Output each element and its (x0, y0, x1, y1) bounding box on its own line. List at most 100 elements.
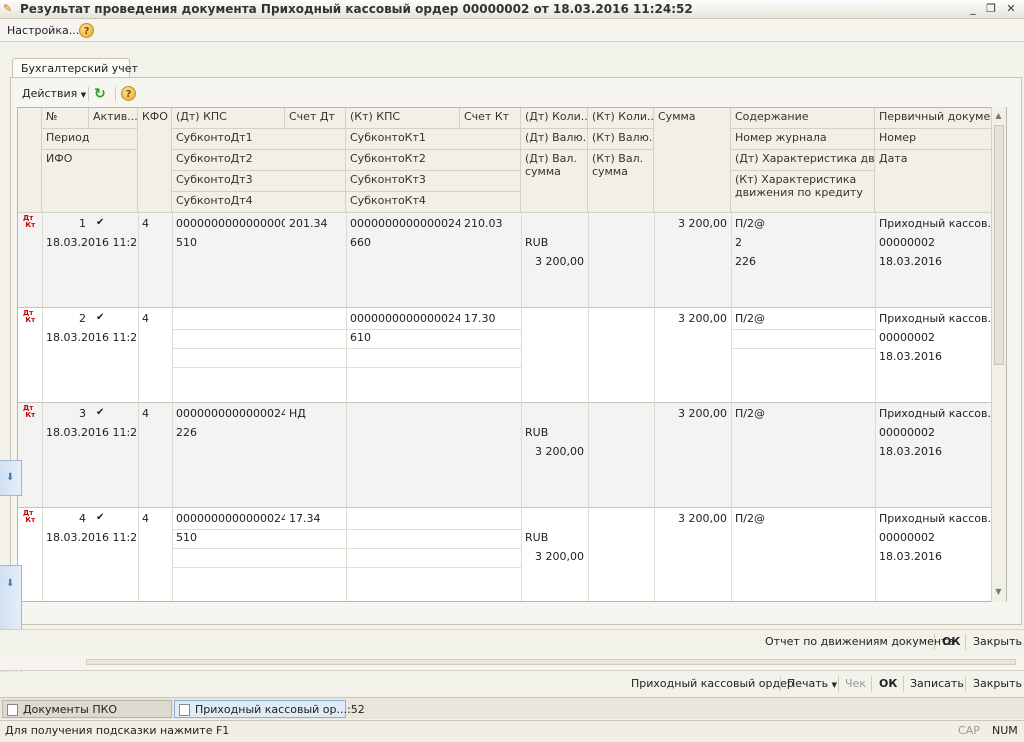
header-primary-doc[interactable]: Первичный докуме... (875, 108, 992, 129)
settings-menu[interactable]: Настройка... (7, 24, 79, 37)
row-dt-kps: 00000000000000244 (176, 407, 285, 420)
chevron-down-icon: ▼ (831, 681, 838, 689)
header-kt-currency[interactable]: (Кт) Валю... (588, 129, 654, 150)
divider (871, 676, 872, 692)
divider (903, 676, 904, 692)
active-check-icon[interactable]: ✔ (96, 217, 104, 228)
row-dt-currency: RUB (525, 236, 549, 249)
header-dt-currency[interactable]: (Дт) Валю... (521, 129, 588, 150)
close-button[interactable]: Закрыть (973, 634, 1022, 650)
row-doc-number: 00000002 (879, 236, 935, 249)
header-subkt4[interactable]: СубконтоКт4 (346, 192, 521, 213)
header-kt-qty[interactable]: (Кт) Коли... (588, 108, 654, 129)
header-subkt1[interactable]: СубконтоКт1 (346, 129, 521, 150)
header-kt-characteristic[interactable]: (Кт) Характеристика движения по кредиту (731, 171, 875, 213)
header-journal[interactable]: Номер журнала (731, 129, 875, 150)
pko-button[interactable]: Приходный кассовый ордер (631, 676, 794, 692)
active-check-icon[interactable]: ✔ (96, 312, 104, 323)
header-date[interactable]: Дата (875, 150, 992, 213)
row-doc-number: 00000002 (879, 331, 935, 344)
horizontal-scrollbar[interactable] (86, 659, 1016, 665)
header-subdt3[interactable]: СубконтоДт3 (172, 171, 346, 192)
print-button[interactable]: Печать ▼ (787, 676, 837, 692)
header-sum[interactable]: Сумма (654, 108, 731, 213)
chevron-down-icon: ▼ (80, 91, 87, 99)
scroll-up-icon[interactable]: ▲ (992, 109, 1005, 122)
task-cash-receipt[interactable]: Приходный кассовый ор...:52 (174, 700, 365, 718)
header-dt-characteristic[interactable]: (Дт) Характеристика дви... (731, 150, 875, 171)
row-journal: 2 (735, 236, 742, 249)
num-indicator: NUM (992, 724, 1018, 737)
row-primary-doc: Приходный кассов... (879, 407, 992, 420)
row-kt-sub1: 660 (350, 236, 371, 249)
actions-label: Действия (22, 87, 78, 100)
row-kt-kps: 00000000000000244 (350, 312, 460, 325)
header-content[interactable]: Содержание (731, 108, 875, 129)
window-taskbar: Документы ПКО Приходный кассовый ор...:5… (0, 697, 1024, 719)
header-subkt3[interactable]: СубконтоКт3 (346, 171, 521, 192)
close-icon[interactable]: ✕ (1004, 2, 1018, 16)
header-period[interactable]: Период (42, 129, 138, 150)
tab-accounting[interactable]: Бухгалтерский учет (12, 58, 138, 78)
row-primary-doc: Приходный кассов... (879, 512, 992, 525)
help-icon[interactable]: ? (79, 23, 94, 38)
row-dt-val-sum: 3 200,00 (535, 550, 584, 563)
close-button[interactable]: Закрыть (973, 676, 1022, 692)
active-check-icon[interactable]: ✔ (96, 407, 104, 418)
actions-menu-button[interactable]: Действия ▼ (22, 84, 86, 104)
row-schet-dt: 17.34 (289, 512, 321, 525)
restore-icon[interactable]: ❐ (984, 2, 998, 16)
header-kt-kps[interactable]: (Кт) КПС (346, 108, 460, 129)
header-num[interactable]: № (42, 108, 89, 129)
side-panel-handle[interactable]: ⬇ (0, 565, 22, 633)
check-button[interactable]: Чек (845, 676, 866, 692)
header-kt-val-sum[interactable]: (Кт) Вал. сумма (588, 150, 654, 213)
row-kfo: 4 (142, 407, 149, 420)
grid-line (346, 213, 347, 601)
header-dt-kps[interactable]: (Дт) КПС (172, 108, 285, 129)
divider (934, 634, 935, 650)
header-schet-dt[interactable]: Счет Дт (285, 108, 346, 129)
save-button[interactable]: Записать (910, 676, 964, 692)
scroll-down-icon[interactable]: ▼ (992, 585, 1005, 598)
header-subdt1[interactable]: СубконтоДт1 (172, 129, 346, 150)
row-doc-number: 00000002 (879, 531, 935, 544)
row-kt-sub1: 610 (350, 331, 371, 344)
menu-bar: Настройка... ? (0, 20, 1024, 42)
grid-line (731, 348, 875, 349)
header-kfo[interactable]: КФО (138, 108, 172, 213)
grid-line (172, 548, 521, 549)
header-number[interactable]: Номер (875, 129, 992, 150)
header-active[interactable]: Актив... (89, 108, 138, 129)
row-dt-kps: 00000000000000000 (176, 217, 285, 230)
header-ifo[interactable]: ИФО (42, 150, 138, 213)
header-subdt4[interactable]: СубконтоДт4 (172, 192, 346, 213)
scroll-thumb[interactable] (994, 125, 1004, 365)
movements-report-button[interactable]: Отчет по движениям документа (765, 634, 954, 650)
vertical-scrollbar[interactable]: ▲ ▼ (991, 107, 1006, 602)
ok-button[interactable]: ОК (942, 634, 960, 650)
row-num: 2 (79, 312, 86, 325)
row-doc-date: 18.03.2016 (879, 350, 942, 363)
minimize-icon[interactable]: _ (966, 2, 980, 16)
row-kfo: 4 (142, 512, 149, 525)
task-pko-documents[interactable]: Документы ПКО (2, 700, 172, 718)
refresh-icon[interactable]: ↻ (94, 84, 106, 104)
row-dt-sub1: 226 (176, 426, 197, 439)
side-panel-handle[interactable]: ⬇ (0, 460, 22, 496)
active-check-icon[interactable]: ✔ (96, 512, 104, 523)
header-subdt2[interactable]: СубконтоДт2 (172, 150, 346, 171)
row-period: 18.03.2016 11:2... (46, 426, 138, 439)
ok-button[interactable]: ОК (879, 676, 897, 692)
header-dt-val-sum[interactable]: (Дт) Вал. сумма (521, 150, 588, 213)
grid-toolbar: Действия ▼ ↻ ? (18, 84, 1008, 104)
header-subkt2[interactable]: СубконтоКт2 (346, 150, 521, 171)
header-dt-qty[interactable]: (Дт) Коли... (521, 108, 588, 129)
header-schet-kt[interactable]: Счет Кт (460, 108, 521, 129)
help-icon[interactable]: ? (121, 86, 136, 101)
row-period: 18.03.2016 11:2... (46, 236, 138, 249)
toolbar-divider (115, 87, 116, 101)
grid-line (172, 567, 521, 568)
row-sum: 3 200,00 (678, 407, 727, 420)
row-doc-number: 00000002 (879, 426, 935, 439)
